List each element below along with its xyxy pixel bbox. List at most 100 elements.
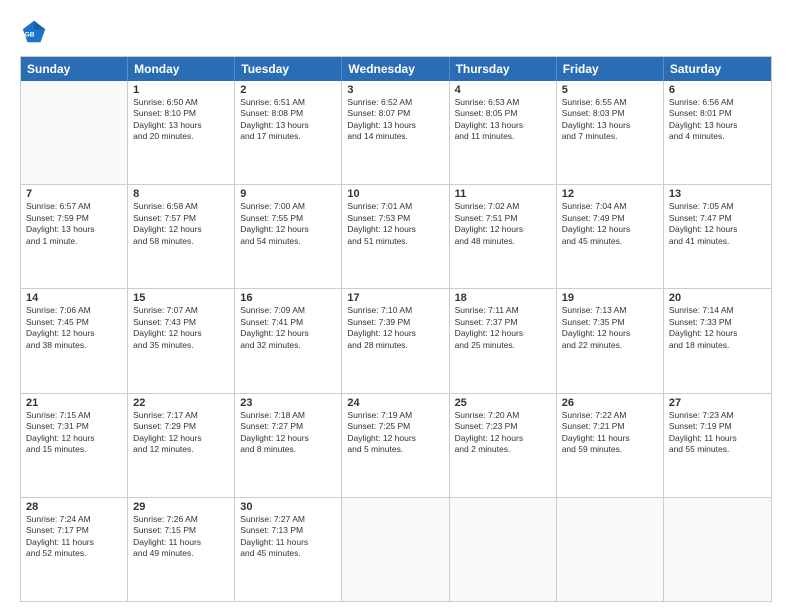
calendar: SundayMondayTuesdayWednesdayThursdayFrid… [20,56,772,602]
header: GB [20,18,772,46]
day-info: Sunrise: 7:27 AM Sunset: 7:13 PM Dayligh… [240,514,336,560]
calendar-cell: 21Sunrise: 7:15 AM Sunset: 7:31 PM Dayli… [21,394,128,497]
day-number: 8 [133,188,229,200]
day-number: 7 [26,188,122,200]
calendar-cell: 11Sunrise: 7:02 AM Sunset: 7:51 PM Dayli… [450,185,557,288]
day-info: Sunrise: 6:55 AM Sunset: 8:03 PM Dayligh… [562,97,658,143]
day-info: Sunrise: 7:05 AM Sunset: 7:47 PM Dayligh… [669,201,766,247]
logo: GB [20,18,52,46]
day-number: 17 [347,292,443,304]
calendar-cell: 30Sunrise: 7:27 AM Sunset: 7:13 PM Dayli… [235,498,342,601]
weekday-header: Saturday [664,57,771,81]
calendar-row: 14Sunrise: 7:06 AM Sunset: 7:45 PM Dayli… [21,289,771,393]
day-info: Sunrise: 7:22 AM Sunset: 7:21 PM Dayligh… [562,410,658,456]
day-number: 16 [240,292,336,304]
logo-icon: GB [20,18,48,46]
calendar-cell: 19Sunrise: 7:13 AM Sunset: 7:35 PM Dayli… [557,289,664,392]
day-number: 1 [133,84,229,96]
day-info: Sunrise: 6:50 AM Sunset: 8:10 PM Dayligh… [133,97,229,143]
calendar-cell: 16Sunrise: 7:09 AM Sunset: 7:41 PM Dayli… [235,289,342,392]
day-info: Sunrise: 7:13 AM Sunset: 7:35 PM Dayligh… [562,305,658,351]
calendar-cell [342,498,449,601]
day-info: Sunrise: 6:57 AM Sunset: 7:59 PM Dayligh… [26,201,122,247]
page: GB SundayMondayTuesdayWednesdayThursdayF… [0,0,792,612]
weekday-header: Friday [557,57,664,81]
day-info: Sunrise: 6:56 AM Sunset: 8:01 PM Dayligh… [669,97,766,143]
day-info: Sunrise: 7:02 AM Sunset: 7:51 PM Dayligh… [455,201,551,247]
calendar-cell: 23Sunrise: 7:18 AM Sunset: 7:27 PM Dayli… [235,394,342,497]
day-info: Sunrise: 7:18 AM Sunset: 7:27 PM Dayligh… [240,410,336,456]
day-info: Sunrise: 7:11 AM Sunset: 7:37 PM Dayligh… [455,305,551,351]
calendar-cell: 26Sunrise: 7:22 AM Sunset: 7:21 PM Dayli… [557,394,664,497]
day-info: Sunrise: 7:04 AM Sunset: 7:49 PM Dayligh… [562,201,658,247]
day-info: Sunrise: 7:17 AM Sunset: 7:29 PM Dayligh… [133,410,229,456]
calendar-cell: 17Sunrise: 7:10 AM Sunset: 7:39 PM Dayli… [342,289,449,392]
calendar-cell: 27Sunrise: 7:23 AM Sunset: 7:19 PM Dayli… [664,394,771,497]
calendar-cell: 8Sunrise: 6:58 AM Sunset: 7:57 PM Daylig… [128,185,235,288]
day-number: 26 [562,397,658,409]
day-number: 18 [455,292,551,304]
day-info: Sunrise: 7:06 AM Sunset: 7:45 PM Dayligh… [26,305,122,351]
day-info: Sunrise: 7:09 AM Sunset: 7:41 PM Dayligh… [240,305,336,351]
day-number: 15 [133,292,229,304]
calendar-cell [557,498,664,601]
calendar-cell: 25Sunrise: 7:20 AM Sunset: 7:23 PM Dayli… [450,394,557,497]
svg-text:GB: GB [25,32,35,39]
calendar-cell: 2Sunrise: 6:51 AM Sunset: 8:08 PM Daylig… [235,81,342,184]
day-number: 20 [669,292,766,304]
calendar-cell: 24Sunrise: 7:19 AM Sunset: 7:25 PM Dayli… [342,394,449,497]
calendar-cell: 12Sunrise: 7:04 AM Sunset: 7:49 PM Dayli… [557,185,664,288]
weekday-header: Thursday [450,57,557,81]
day-number: 3 [347,84,443,96]
day-number: 22 [133,397,229,409]
calendar-cell [450,498,557,601]
day-number: 6 [669,84,766,96]
calendar-header: SundayMondayTuesdayWednesdayThursdayFrid… [21,57,771,81]
day-info: Sunrise: 6:53 AM Sunset: 8:05 PM Dayligh… [455,97,551,143]
day-info: Sunrise: 6:51 AM Sunset: 8:08 PM Dayligh… [240,97,336,143]
calendar-cell: 9Sunrise: 7:00 AM Sunset: 7:55 PM Daylig… [235,185,342,288]
calendar-cell: 29Sunrise: 7:26 AM Sunset: 7:15 PM Dayli… [128,498,235,601]
day-number: 30 [240,501,336,513]
calendar-row: 1Sunrise: 6:50 AM Sunset: 8:10 PM Daylig… [21,81,771,185]
day-info: Sunrise: 7:26 AM Sunset: 7:15 PM Dayligh… [133,514,229,560]
calendar-row: 7Sunrise: 6:57 AM Sunset: 7:59 PM Daylig… [21,185,771,289]
calendar-cell: 20Sunrise: 7:14 AM Sunset: 7:33 PM Dayli… [664,289,771,392]
calendar-row: 28Sunrise: 7:24 AM Sunset: 7:17 PM Dayli… [21,498,771,601]
calendar-cell: 4Sunrise: 6:53 AM Sunset: 8:05 PM Daylig… [450,81,557,184]
calendar-cell: 7Sunrise: 6:57 AM Sunset: 7:59 PM Daylig… [21,185,128,288]
calendar-cell: 6Sunrise: 6:56 AM Sunset: 8:01 PM Daylig… [664,81,771,184]
day-number: 10 [347,188,443,200]
calendar-cell [21,81,128,184]
day-number: 2 [240,84,336,96]
day-number: 21 [26,397,122,409]
day-number: 28 [26,501,122,513]
day-info: Sunrise: 7:07 AM Sunset: 7:43 PM Dayligh… [133,305,229,351]
day-number: 9 [240,188,336,200]
day-info: Sunrise: 7:24 AM Sunset: 7:17 PM Dayligh… [26,514,122,560]
calendar-row: 21Sunrise: 7:15 AM Sunset: 7:31 PM Dayli… [21,394,771,498]
calendar-cell: 5Sunrise: 6:55 AM Sunset: 8:03 PM Daylig… [557,81,664,184]
day-info: Sunrise: 7:19 AM Sunset: 7:25 PM Dayligh… [347,410,443,456]
calendar-cell: 14Sunrise: 7:06 AM Sunset: 7:45 PM Dayli… [21,289,128,392]
day-number: 25 [455,397,551,409]
day-number: 13 [669,188,766,200]
calendar-cell: 13Sunrise: 7:05 AM Sunset: 7:47 PM Dayli… [664,185,771,288]
day-number: 11 [455,188,551,200]
calendar-cell: 18Sunrise: 7:11 AM Sunset: 7:37 PM Dayli… [450,289,557,392]
calendar-cell: 1Sunrise: 6:50 AM Sunset: 8:10 PM Daylig… [128,81,235,184]
day-info: Sunrise: 7:10 AM Sunset: 7:39 PM Dayligh… [347,305,443,351]
weekday-header: Monday [128,57,235,81]
day-number: 27 [669,397,766,409]
weekday-header: Sunday [21,57,128,81]
day-number: 5 [562,84,658,96]
calendar-cell: 15Sunrise: 7:07 AM Sunset: 7:43 PM Dayli… [128,289,235,392]
calendar-body: 1Sunrise: 6:50 AM Sunset: 8:10 PM Daylig… [21,81,771,601]
weekday-header: Tuesday [235,57,342,81]
day-number: 24 [347,397,443,409]
calendar-cell: 10Sunrise: 7:01 AM Sunset: 7:53 PM Dayli… [342,185,449,288]
weekday-header: Wednesday [342,57,449,81]
day-info: Sunrise: 6:58 AM Sunset: 7:57 PM Dayligh… [133,201,229,247]
day-number: 14 [26,292,122,304]
day-number: 23 [240,397,336,409]
